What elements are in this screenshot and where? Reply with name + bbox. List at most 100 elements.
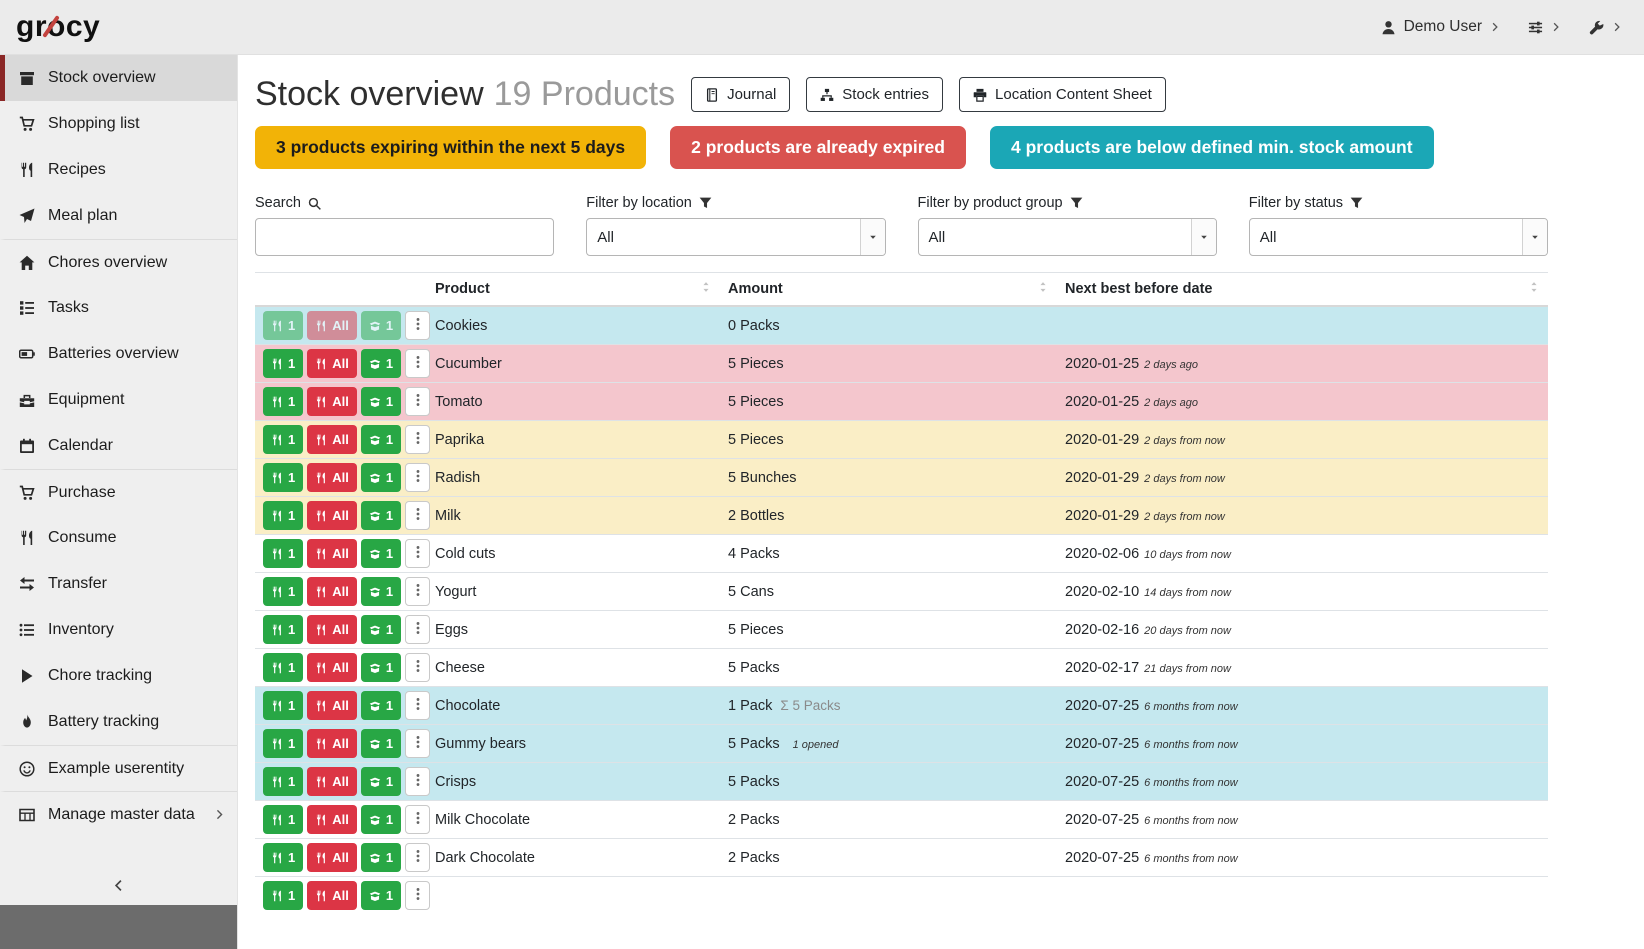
consume-all-button[interactable]: All (307, 653, 357, 682)
consume-all-button[interactable]: All (307, 843, 357, 872)
consume-all-button[interactable]: All (307, 463, 357, 492)
consume-one-button[interactable]: 1 (263, 881, 303, 910)
sidebar-item-meal-plan[interactable]: Meal plan (0, 193, 237, 239)
consume-all-button[interactable]: All (307, 729, 357, 758)
consume-one-button[interactable]: 1 (263, 425, 303, 454)
consume-one-button[interactable]: 1 (263, 615, 303, 644)
open-one-button[interactable]: 1 (361, 311, 401, 340)
open-one-button[interactable]: 1 (361, 463, 401, 492)
open-one-button[interactable]: 1 (361, 805, 401, 834)
user-menu[interactable]: Demo User (1381, 18, 1500, 36)
sidebar-item-consume[interactable]: Consume (0, 515, 237, 561)
product-group-select[interactable]: All (918, 218, 1217, 256)
sidebar-item-example-userentity[interactable]: Example userentity (0, 745, 237, 791)
open-one-button[interactable]: 1 (361, 691, 401, 720)
open-one-button[interactable]: 1 (361, 729, 401, 758)
sidebar-item-tasks[interactable]: Tasks (0, 285, 237, 331)
row-menu-button[interactable] (405, 767, 430, 796)
consume-all-button[interactable]: All (307, 881, 357, 910)
consume-one-button[interactable]: 1 (263, 501, 303, 530)
consume-one-button[interactable]: 1 (263, 843, 303, 872)
consume-one-button[interactable]: 1 (263, 349, 303, 378)
open-one-button[interactable]: 1 (361, 843, 401, 872)
product-name[interactable]: Paprika (427, 421, 720, 459)
product-name[interactable]: Cold cuts (427, 535, 720, 573)
consume-all-button[interactable]: All (307, 349, 357, 378)
product-name[interactable]: Tomato (427, 383, 720, 421)
consume-one-button[interactable]: 1 (263, 577, 303, 606)
row-menu-button[interactable] (405, 539, 430, 568)
open-one-button[interactable]: 1 (361, 767, 401, 796)
row-menu-button[interactable] (405, 501, 430, 530)
product-name[interactable]: Eggs (427, 611, 720, 649)
row-menu-button[interactable] (405, 311, 430, 340)
column-header-product[interactable]: Product (427, 273, 720, 307)
column-header-amount[interactable]: Amount (720, 273, 1057, 307)
product-name[interactable]: Radish (427, 459, 720, 497)
consume-all-button[interactable]: All (307, 539, 357, 568)
consume-one-button[interactable]: 1 (263, 767, 303, 796)
open-one-button[interactable]: 1 (361, 881, 401, 910)
product-name[interactable]: Milk Chocolate (427, 801, 720, 839)
sidebar-item-equipment[interactable]: Equipment (0, 377, 237, 423)
consume-one-button[interactable]: 1 (263, 463, 303, 492)
product-name[interactable]: Crisps (427, 763, 720, 801)
product-name[interactable]: Gummy bears (427, 725, 720, 763)
product-name[interactable]: Cucumber (427, 345, 720, 383)
alert-expiring-soon[interactable]: 3 products expiring within the next 5 da… (255, 126, 646, 169)
consume-one-button[interactable]: 1 (263, 729, 303, 758)
row-menu-button[interactable] (405, 881, 430, 910)
product-name[interactable]: Yogurt (427, 573, 720, 611)
sidebar-item-transfer[interactable]: Transfer (0, 561, 237, 607)
consume-one-button[interactable]: 1 (263, 691, 303, 720)
sidebar-item-purchase[interactable]: Purchase (0, 469, 237, 515)
sidebar-item-manage-master-data[interactable]: Manage master data (0, 791, 237, 837)
sidebar-item-calendar[interactable]: Calendar (0, 423, 237, 469)
row-menu-button[interactable] (405, 691, 430, 720)
product-name[interactable]: Dark Chocolate (427, 839, 720, 877)
consume-all-button[interactable]: All (307, 767, 357, 796)
column-header-next-best-before-date[interactable]: Next best before date (1057, 273, 1548, 307)
consume-all-button[interactable]: All (307, 425, 357, 454)
search-input[interactable] (255, 218, 554, 256)
open-one-button[interactable]: 1 (361, 539, 401, 568)
consume-one-button[interactable]: 1 (263, 653, 303, 682)
sidebar-item-stock-overview[interactable]: Stock overview (0, 55, 237, 101)
row-menu-button[interactable] (405, 805, 430, 834)
consume-all-button[interactable]: All (307, 387, 357, 416)
alert-below-min-stock[interactable]: 4 products are below defined min. stock … (990, 126, 1434, 169)
consume-all-button[interactable]: All (307, 691, 357, 720)
consume-one-button[interactable]: 1 (263, 387, 303, 416)
consume-all-button[interactable]: All (307, 805, 357, 834)
sidebar-item-recipes[interactable]: Recipes (0, 147, 237, 193)
consume-one-button[interactable]: 1 (263, 539, 303, 568)
product-name[interactable]: Chocolate (427, 687, 720, 725)
open-one-button[interactable]: 1 (361, 387, 401, 416)
sidebar-collapse-button[interactable] (0, 869, 237, 905)
sort-icon[interactable] (1528, 281, 1540, 296)
consume-one-button[interactable]: 1 (263, 311, 303, 340)
open-one-button[interactable]: 1 (361, 653, 401, 682)
product-name[interactable]: Cheese (427, 649, 720, 687)
grocy-logo[interactable]: grocy (16, 10, 100, 44)
row-menu-button[interactable] (405, 349, 430, 378)
product-name[interactable]: Milk (427, 497, 720, 535)
sidebar-item-battery-tracking[interactable]: Battery tracking (0, 699, 237, 745)
consume-all-button[interactable]: All (307, 615, 357, 644)
stock-entries-button[interactable]: Stock entries (806, 77, 943, 112)
row-menu-button[interactable] (405, 615, 430, 644)
open-one-button[interactable]: 1 (361, 425, 401, 454)
row-menu-button[interactable] (405, 729, 430, 758)
sidebar-item-chores-overview[interactable]: Chores overview (0, 239, 237, 285)
sidebar-item-batteries-overview[interactable]: Batteries overview (0, 331, 237, 377)
sort-icon[interactable] (700, 281, 712, 296)
location-select[interactable]: All (586, 218, 885, 256)
row-menu-button[interactable] (405, 463, 430, 492)
settings-menu[interactable] (1528, 20, 1561, 35)
row-menu-button[interactable] (405, 843, 430, 872)
admin-menu[interactable] (1589, 20, 1622, 35)
sidebar-item-shopping-list[interactable]: Shopping list (0, 101, 237, 147)
open-one-button[interactable]: 1 (361, 349, 401, 378)
row-menu-button[interactable] (405, 577, 430, 606)
consume-one-button[interactable]: 1 (263, 805, 303, 834)
